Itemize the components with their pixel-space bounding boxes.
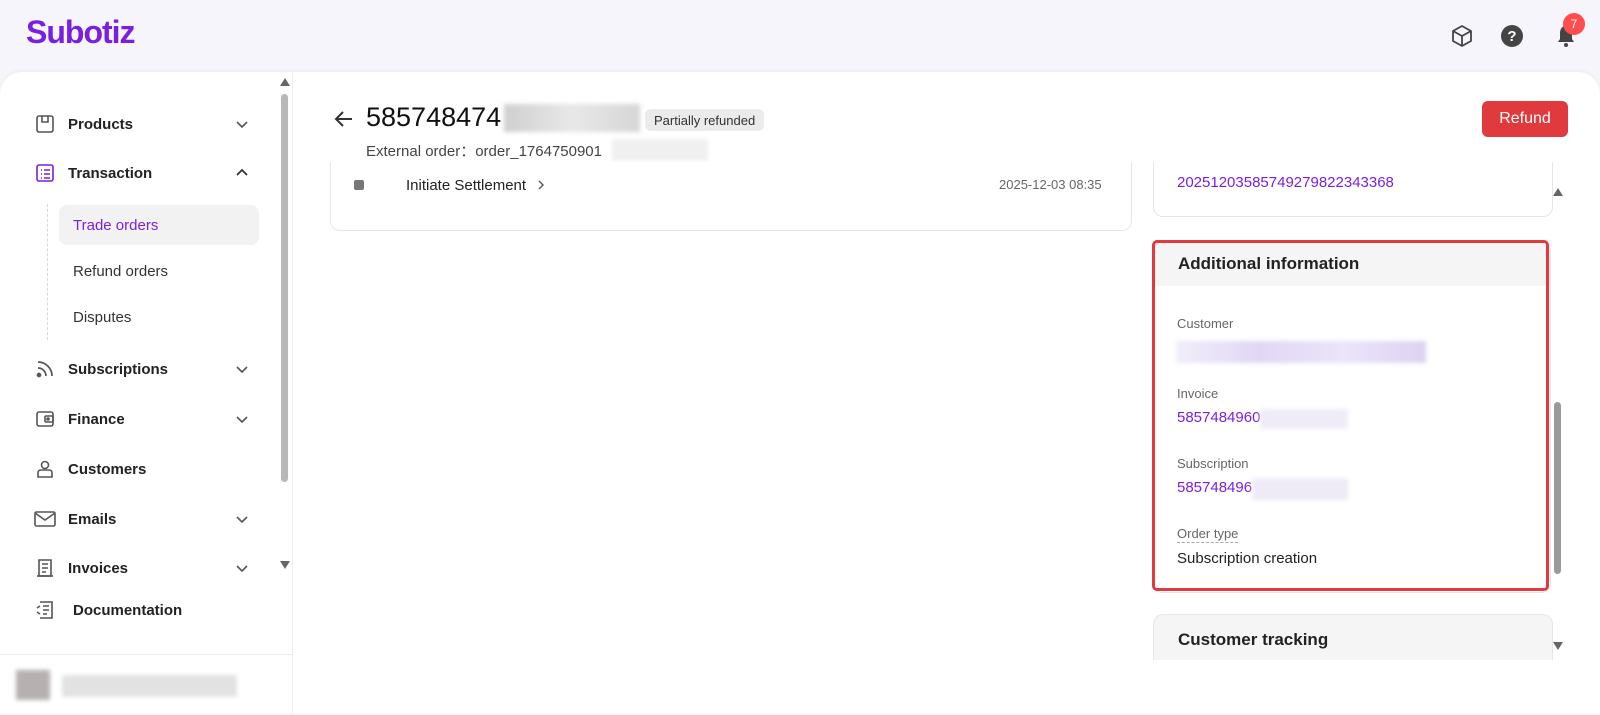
emails-icon — [34, 508, 56, 530]
sidebar-item-label: Finance — [68, 410, 125, 428]
top-bar: Subotiz ? 7 — [0, 0, 1600, 74]
sidebar-item-subscriptions[interactable]: Subscriptions — [34, 355, 254, 383]
notification-badge: 7 — [1563, 13, 1585, 35]
timeline-event-time: 2025-12-03 08:35 — [999, 177, 1102, 192]
order-type-label[interactable]: Order type — [1177, 526, 1239, 543]
status-badge: Partially refunded — [645, 109, 765, 131]
external-order-redacted — [612, 139, 708, 161]
content-bottom-edge — [293, 660, 1600, 714]
invoices-icon — [34, 557, 56, 579]
sidebar-subitem-refund-orders[interactable]: Refund orders — [59, 251, 259, 291]
timeline-dot-icon — [354, 180, 364, 190]
subscriptions-icon — [34, 358, 56, 380]
invoice-link[interactable]: 5857484960 — [1177, 409, 1260, 426]
customers-icon — [34, 458, 56, 480]
payment-id-link[interactable]: 20251203585749279822343368 — [1177, 174, 1394, 191]
package-icon[interactable] — [1448, 22, 1476, 50]
sidebar-item-documentation[interactable]: Documentation — [34, 596, 254, 624]
sidebar-item-products[interactable]: Products — [34, 110, 254, 138]
subscription-link[interactable]: 585748496 — [1177, 479, 1252, 496]
finance-icon — [34, 408, 56, 430]
scroll-up-arrow-icon[interactable] — [280, 78, 290, 86]
invoice-redacted — [1260, 409, 1348, 429]
chevron-down-icon — [236, 366, 248, 374]
sidebar-subitem-disputes[interactable]: Disputes — [59, 297, 259, 337]
customer-label: Customer — [1177, 316, 1234, 331]
customer-value-redacted[interactable] — [1176, 341, 1426, 363]
scroll-down-arrow-icon[interactable] — [280, 561, 290, 569]
payment-info-card: 20251203585749279822343368 — [1153, 162, 1553, 217]
main-scroll-thumb[interactable] — [1554, 402, 1561, 574]
help-icon[interactable]: ? — [1498, 22, 1526, 50]
account-name-redacted — [62, 675, 237, 697]
sidebar-subitem-trade-orders[interactable]: Trade orders — [59, 205, 259, 245]
account-footer[interactable] — [0, 654, 292, 715]
sidebar-item-label: Customers — [68, 460, 147, 478]
submenu-guide-line — [47, 204, 48, 340]
subscription-redacted — [1252, 478, 1348, 500]
order-id-title: 585748474 — [366, 102, 502, 132]
customer-tracking-title: Customer tracking — [1178, 630, 1329, 649]
invoice-label: Invoice — [1177, 386, 1219, 401]
chevron-up-icon — [236, 168, 248, 176]
timeline-event-link[interactable]: Initiate Settlement — [406, 177, 546, 194]
sidebar-item-invoices[interactable]: Invoices — [34, 554, 254, 582]
additional-information-title: Additional information — [1154, 242, 1550, 286]
chevron-down-icon — [236, 565, 248, 573]
sidebar-scroll-thumb[interactable] — [281, 94, 288, 482]
sidebar-item-label: Products — [68, 115, 134, 133]
chevron-down-icon — [236, 416, 248, 424]
chevron-down-icon — [236, 121, 248, 129]
sidebar-item-label: Transaction — [68, 164, 153, 182]
order-type-value: Subscription creation — [1177, 550, 1318, 567]
external-order-label: External order：order_1764750901 — [366, 143, 602, 160]
sidebar-item-label: Subscriptions — [68, 360, 169, 378]
sidebar-item-customers[interactable]: Customers — [34, 455, 254, 483]
timeline-event-label: Initiate Settlement — [406, 177, 527, 194]
sidebar-item-label: Emails — [68, 510, 117, 528]
back-arrow-icon[interactable] — [332, 107, 356, 131]
order-id-redacted — [504, 104, 640, 132]
products-icon — [34, 113, 56, 135]
documentation-icon — [34, 599, 56, 621]
refund-button[interactable]: Refund — [1482, 101, 1568, 137]
scroll-up-arrow-icon[interactable] — [1553, 188, 1563, 196]
subscription-label: Subscription — [1177, 456, 1249, 471]
sidebar-item-transaction[interactable]: Transaction — [34, 159, 254, 187]
transaction-icon — [34, 162, 56, 184]
avatar[interactable] — [16, 670, 50, 700]
sidebar-item-finance[interactable]: Finance — [34, 405, 254, 433]
chevron-right-icon — [536, 177, 546, 194]
sidebar-item-emails[interactable]: Emails — [34, 505, 254, 533]
scroll-down-arrow-icon[interactable] — [1553, 642, 1563, 650]
timeline-card: Initiate Settlement 2025-12-03 08:35 — [330, 162, 1132, 231]
svg-text:?: ? — [1507, 28, 1516, 45]
brand-logo[interactable]: Subotiz — [26, 14, 136, 51]
chevron-down-icon — [236, 516, 248, 524]
sidebar-item-label: Invoices — [68, 559, 129, 577]
sidebar-item-label: Documentation — [73, 601, 183, 619]
